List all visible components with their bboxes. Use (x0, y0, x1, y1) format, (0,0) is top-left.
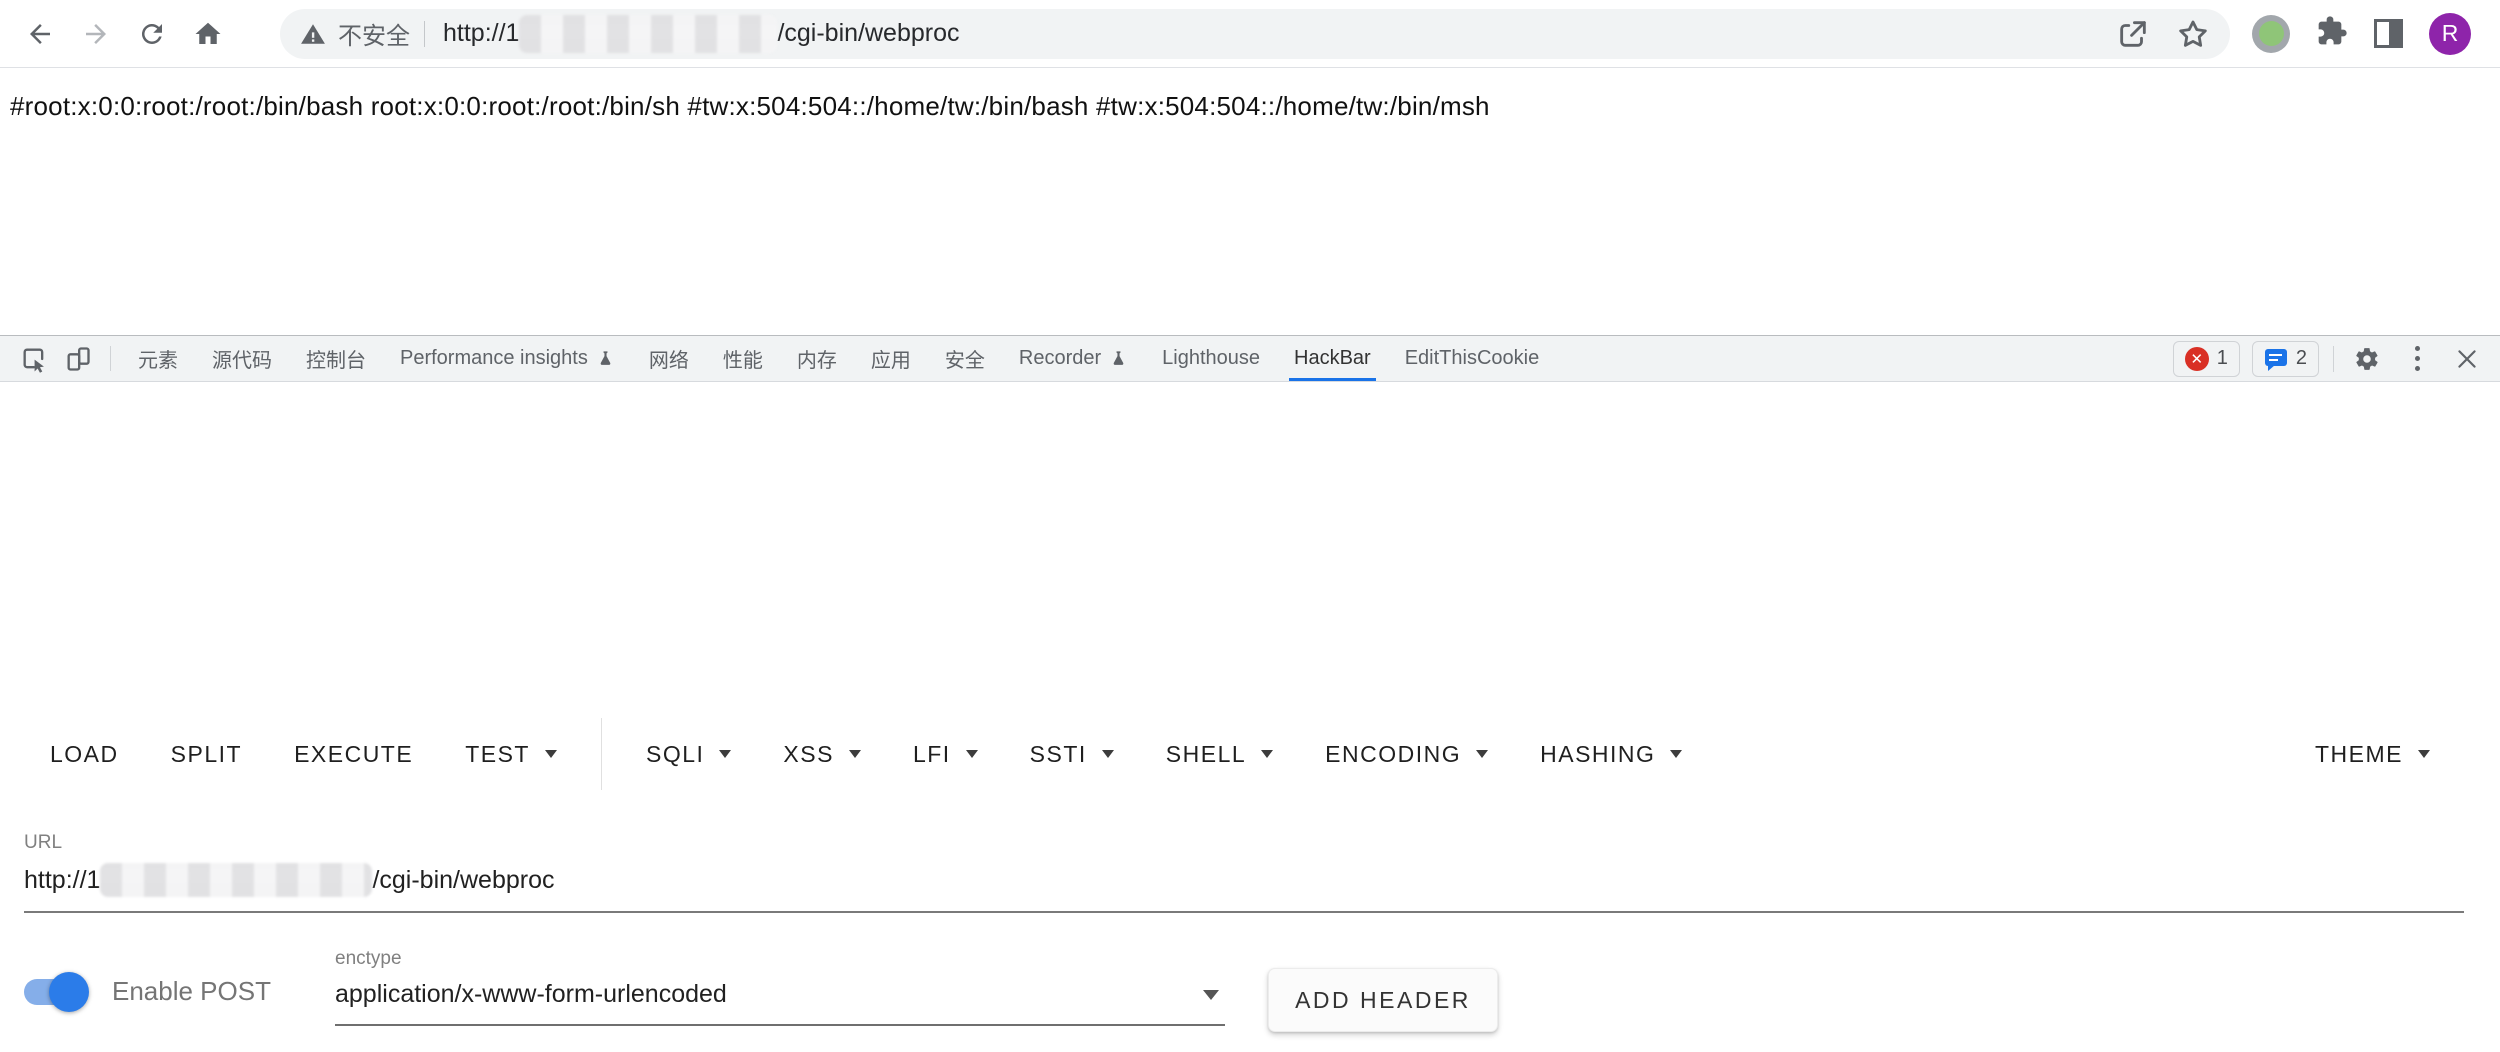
omnibox-divider (424, 21, 425, 47)
tab-performance-insights[interactable]: Performance insights (383, 336, 632, 381)
tab-lighthouse[interactable]: Lighthouse (1145, 336, 1277, 381)
chevron-down-icon (1261, 750, 1273, 758)
chevron-down-icon (545, 750, 557, 758)
tab-sources[interactable]: 源代码 (195, 336, 289, 381)
select-arrow-icon (1203, 990, 1219, 1000)
shell-menu-button[interactable]: SHELL (1140, 722, 1299, 786)
address-bar[interactable]: 不安全 http://1/cgi-bin/webproc (280, 9, 2230, 59)
message-bubble-icon (2264, 347, 2288, 371)
share-icon[interactable] (2116, 17, 2150, 51)
enctype-select[interactable]: application/x-www-form-urlencoded (335, 980, 1225, 1026)
execute-button[interactable]: EXECUTE (268, 722, 439, 786)
url-field-label: URL (24, 832, 2464, 854)
devtools-menu-button[interactable] (2398, 340, 2436, 378)
enctype-field-group: enctype application/x-www-form-urlencode… (335, 948, 1225, 1026)
chevron-down-icon (1476, 750, 1488, 758)
reload-icon (137, 19, 167, 49)
experiment-flask-icon (596, 349, 615, 368)
xss-menu-button[interactable]: XSS (757, 722, 887, 786)
hackbar-panel: LOAD SPLIT EXECUTE TEST SQLI XSS LFI SST… (0, 718, 2500, 1052)
not-secure-warning-icon (300, 21, 326, 47)
error-count: 1 (2217, 347, 2228, 370)
toolbar-divider (601, 718, 602, 790)
bookmark-star-icon[interactable] (2176, 17, 2210, 51)
browser-toolbar: 不安全 http://1/cgi-bin/webproc R (0, 0, 2500, 68)
tab-application[interactable]: 应用 (854, 336, 928, 381)
hackbar-toolbar: LOAD SPLIT EXECUTE TEST SQLI XSS LFI SST… (0, 718, 2500, 790)
extensions-puzzle-icon[interactable] (2316, 15, 2348, 52)
theme-menu-button[interactable]: THEME (2289, 722, 2456, 786)
controls-divider (2333, 346, 2334, 372)
encoding-menu-button[interactable]: ENCODING (1299, 722, 1514, 786)
kebab-menu-icon (2409, 342, 2426, 375)
url-field-group: URL http://1/cgi-bin/webproc (24, 832, 2464, 913)
chevron-down-icon (849, 750, 861, 758)
tab-network[interactable]: 网络 (632, 336, 706, 381)
chevron-down-icon (1670, 750, 1682, 758)
home-button[interactable] (188, 14, 228, 54)
forward-icon (81, 19, 111, 49)
back-icon (25, 19, 55, 49)
add-header-button[interactable]: ADD HEADER (1268, 968, 1498, 1032)
message-count: 2 (2296, 347, 2307, 370)
extensions-area: R (2252, 13, 2500, 55)
hashing-menu-button[interactable]: HASHING (1514, 722, 1708, 786)
tab-recorder[interactable]: Recorder (1002, 336, 1145, 381)
security-label[interactable]: 不安全 (338, 16, 410, 51)
tab-hackbar[interactable]: HackBar (1277, 336, 1388, 381)
reload-button[interactable] (132, 14, 172, 54)
avatar-letter: R (2442, 20, 2459, 47)
chevron-down-icon (966, 750, 978, 758)
tab-security[interactable]: 安全 (928, 336, 1002, 381)
chevron-down-icon (1102, 750, 1114, 758)
lfi-menu-button[interactable]: LFI (887, 722, 1004, 786)
devtools-panel: 元素 源代码 控制台 Performance insights 网络 性能 内存… (0, 335, 2500, 1052)
test-menu-button[interactable]: TEST (439, 722, 583, 786)
enable-post-toggle[interactable] (24, 979, 86, 1005)
profile-avatar[interactable]: R (2429, 13, 2471, 55)
console-errors-badge[interactable]: ✕ 1 (2173, 341, 2240, 377)
load-button[interactable]: LOAD (24, 722, 145, 786)
tab-console[interactable]: 控制台 (289, 336, 383, 381)
device-toolbar-icon (64, 345, 92, 373)
inspect-cursor-icon (20, 345, 48, 373)
enctype-value: application/x-www-form-urlencoded (335, 980, 727, 1009)
tab-elements[interactable]: 元素 (121, 336, 195, 381)
tab-performance[interactable]: 性能 (706, 336, 780, 381)
inspect-element-button[interactable] (12, 336, 56, 381)
browser-window: 不安全 http://1/cgi-bin/webproc R (0, 0, 2500, 1052)
back-button[interactable] (20, 14, 60, 54)
url-text[interactable]: http://1/cgi-bin/webproc (443, 15, 959, 53)
devtools-controls: ✕ 1 2 (2173, 336, 2500, 381)
enctype-field-label: enctype (335, 948, 1225, 970)
tab-memory[interactable]: 内存 (780, 336, 854, 381)
chevron-down-icon (719, 750, 731, 758)
page-viewport: #root:x:0:0:root:/root:/bin/bash root:x:… (0, 69, 2500, 335)
redacted-host (519, 15, 777, 53)
passwd-output-text: #root:x:0:0:root:/root:/bin/bash root:x:… (10, 91, 2490, 122)
home-icon (193, 19, 223, 49)
error-icon: ✕ (2185, 347, 2209, 371)
side-panel-icon[interactable] (2374, 19, 2403, 48)
tab-editthiscookie[interactable]: EditThisCookie (1388, 336, 1557, 381)
extension-status-icon[interactable] (2252, 15, 2290, 53)
split-button[interactable]: SPLIT (145, 722, 268, 786)
chevron-down-icon (2418, 750, 2430, 758)
enable-post-label: Enable POST (112, 976, 271, 1007)
ssti-menu-button[interactable]: SSTI (1004, 722, 1140, 786)
devtools-close-button[interactable] (2448, 340, 2486, 378)
sqli-menu-button[interactable]: SQLI (620, 722, 757, 786)
gear-icon (2354, 346, 2380, 372)
close-icon (2454, 346, 2480, 372)
devtools-tabbar: 元素 源代码 控制台 Performance insights 网络 性能 内存… (0, 336, 2500, 382)
devtools-settings-button[interactable] (2348, 340, 2386, 378)
forward-button[interactable] (76, 14, 116, 54)
redacted-host (100, 863, 372, 897)
device-toolbar-button[interactable] (56, 336, 100, 381)
tabbar-divider (110, 346, 111, 371)
experiment-flask-icon (1109, 349, 1128, 368)
url-input[interactable]: http://1/cgi-bin/webproc (24, 863, 2464, 913)
console-messages-badge[interactable]: 2 (2252, 341, 2319, 377)
enable-post-toggle-group: Enable POST (24, 976, 271, 1007)
